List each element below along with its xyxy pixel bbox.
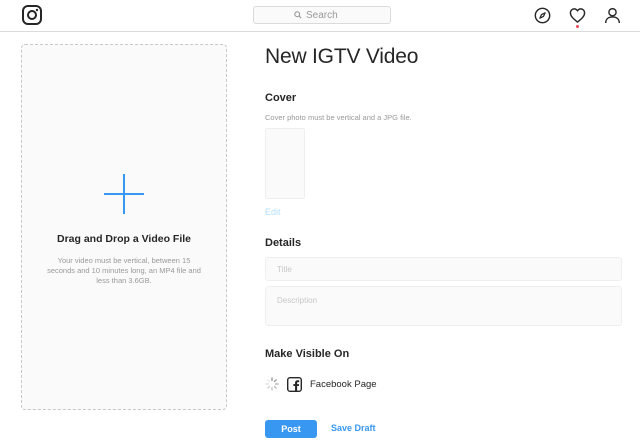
loading-spinner-icon [265, 377, 279, 391]
instagram-logo-icon[interactable] [22, 5, 42, 25]
notification-dot [576, 25, 579, 28]
page-title: New IGTV Video [265, 45, 419, 68]
details-heading: Details [265, 237, 302, 249]
facebook-page-option: Facebook Page [265, 375, 377, 393]
post-button[interactable]: Post [265, 420, 317, 438]
plus-icon[interactable] [104, 174, 144, 214]
search-input[interactable] [306, 9, 350, 21]
search-bar[interactable] [253, 6, 391, 24]
drop-zone-description: Your video must be vertical, between 15 … [47, 256, 201, 285]
make-visible-heading: Make Visible On [265, 348, 350, 360]
top-navigation-bar [0, 0, 640, 32]
edit-cover-link[interactable]: Edit [265, 207, 281, 217]
title-input[interactable] [265, 257, 622, 281]
profile-icon[interactable] [604, 7, 621, 24]
heart-icon[interactable] [569, 7, 586, 24]
compass-icon[interactable] [534, 7, 551, 24]
search-icon [294, 11, 302, 19]
description-input[interactable] [265, 286, 622, 326]
cover-heading: Cover [265, 92, 297, 104]
drop-zone-title: Drag and Drop a Video File [57, 233, 191, 245]
cover-photo-preview[interactable] [265, 128, 305, 199]
video-drop-zone[interactable]: Drag and Drop a Video File Your video mu… [21, 44, 227, 410]
facebook-icon[interactable] [287, 376, 302, 392]
facebook-page-label: Facebook Page [310, 378, 377, 390]
save-draft-button[interactable]: Save Draft [331, 423, 376, 433]
cover-note: Cover photo must be vertical and a JPG f… [265, 113, 412, 122]
